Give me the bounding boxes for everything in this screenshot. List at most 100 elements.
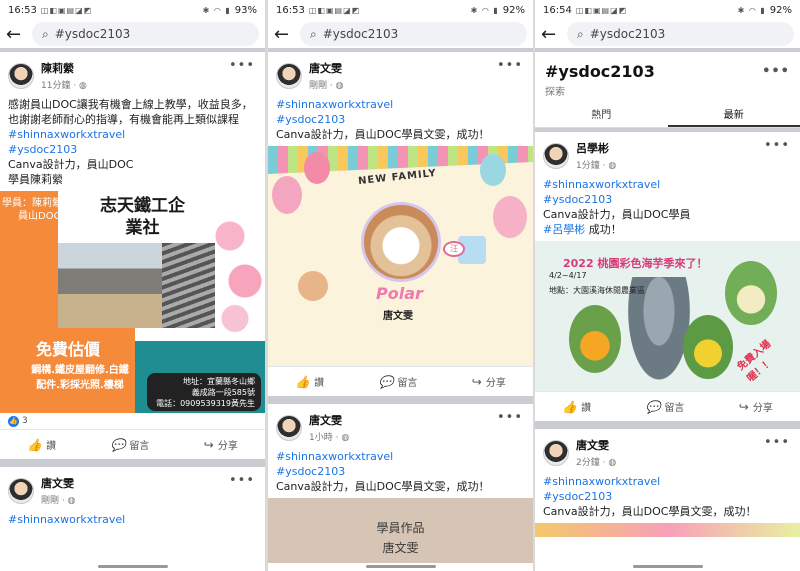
hashtag-link[interactable]: #shinnaxworkxtravel [543,177,792,192]
post: 唐文雯 剛剛 · ◍ ••• #shinnaxworkxtravel [0,467,265,531]
tab-latest[interactable]: 最新 [667,106,800,127]
hashtag-link[interactable]: #shinnaxworkxtravel [543,474,792,489]
more-options-icon[interactable]: ••• [229,473,255,488]
search-input[interactable]: ⌕ #ysdoc2103 [300,22,527,46]
like-button[interactable]: 👍 讚 [27,437,56,453]
post-image[interactable]: 學員：陳莉縈 員山DOC 志天鐵工企 業社 免費估價 鋼構.鐵皮屋翻修.白鐵 配件.彩… [0,191,265,413]
more-options-icon[interactable]: ••• [497,410,523,425]
hashtag-link[interactable]: #shinnaxworkxtravel [8,127,257,142]
hashtag-link[interactable]: #shinnaxworkxtravel [8,512,257,527]
more-options-icon[interactable]: ••• [762,64,790,79]
thumbs-up-icon: 👍 [295,374,311,389]
post-line: Canva設計力，員山DOC學員文雯，成功！ [276,128,490,141]
post-author[interactable]: 唐文雯 [41,475,75,491]
search-icon: ⌕ [310,26,317,41]
hashtag-link[interactable]: #ysdoc2103 [276,464,525,479]
post-author[interactable]: 唐文雯 [576,437,616,453]
divider [535,421,800,429]
share-button[interactable]: ↪ 分享 [472,374,506,390]
image-place: 地點：大園溪海休閒農業區 [549,286,645,295]
more-options-icon[interactable]: ••• [497,58,523,73]
post-time[interactable]: 11分鐘 · [41,81,79,91]
post-line: Canva設計力，員山DOC學員 [543,208,691,221]
poster-text: 學員：陳莉縈 [2,198,62,209]
hashtag-link[interactable]: #呂學彬 [543,223,585,236]
poster-text: 電話：0909539319黃先生 [156,399,255,408]
signal-icons: ✱ ◠ ▮ [737,5,766,15]
like-button[interactable]: 👍 讚 [562,399,591,415]
poster-text: 鋼構.鐵皮屋翻修.白鐵 [31,365,129,376]
post-text: #shinnaxworkxtravel #ysdoc2103 Canva設計力，… [268,445,533,498]
hashtag-link[interactable]: #ysdoc2103 [543,192,792,207]
back-arrow-icon[interactable]: ← [541,24,557,45]
signal-icons: ✱ ◠ ▮ [202,5,231,15]
hashtag-link[interactable]: #ysdoc2103 [276,112,525,127]
more-options-icon[interactable]: ••• [229,58,255,73]
comment-button[interactable]: 💬 留言 [645,399,685,415]
search-icon: ⌕ [42,26,49,41]
post-line: 感謝員山DOC讓我有機會上線上教學，收益良多，也謝謝老師耐心的指導，有機會能再上… [8,98,253,126]
image-text: 學員作品 [376,521,425,535]
like-button[interactable]: 👍 讚 [295,374,325,390]
post-line: 學員陳莉縈 [8,173,63,186]
post-author[interactable]: 唐文雯 [309,60,343,76]
screen-3: 16:54 ◫◧▣▤◪◩ ✱ ◠ ▮ 92% ← ⌕ #ysdoc2103 #ysdo… [535,0,800,571]
hashtag-link[interactable]: #shinnaxworkxtravel [276,449,525,464]
avatar[interactable] [276,62,302,89]
more-options-icon[interactable]: ••• [764,138,790,153]
hashtag-link[interactable]: #ysdoc2103 [8,142,257,157]
hashtag-link[interactable]: #shinnaxworkxtravel [276,97,525,112]
like-label: 讚 [314,378,325,389]
comment-button[interactable]: 💬 留言 [378,374,417,390]
avatar[interactable] [543,142,569,169]
share-button[interactable]: ↪ 分享 [204,437,238,453]
post-image[interactable] [535,523,800,537]
post-text: #shinnaxworkxtravel #ysdoc2103 Canva設計力，… [268,93,533,146]
post-time[interactable]: 剛剛 · [309,81,336,91]
post-author[interactable]: 呂學彬 [576,140,616,156]
avatar[interactable] [8,477,34,504]
search-bar: ← ⌕ #ysdoc2103 [268,20,533,48]
post-time[interactable]: 1分鐘 · [576,161,608,171]
search-input[interactable]: ⌕ #ysdoc2103 [567,22,794,46]
search-input[interactable]: ⌕ #ysdoc2103 [32,22,259,46]
reactions-summary[interactable]: 👍 3 [0,413,265,429]
post-time[interactable]: 剛剛 · [41,496,68,506]
pet-owner: 唐文雯 [383,311,413,322]
balloon-decoration [304,152,330,184]
post-image[interactable]: 2022 桃園彩色海芋季來了！ 4/2~4/17 地點：大園溪海休閒農業區 免費… [535,241,800,391]
post-author[interactable]: 唐文雯 [309,412,349,428]
share-button[interactable]: ↪ 分享 [739,399,773,415]
comment-icon: 💬 [378,374,394,389]
comment-button[interactable]: 💬 留言 [110,437,149,453]
balloon-decoration [480,154,506,186]
back-arrow-icon[interactable]: ← [6,24,22,45]
back-arrow-icon[interactable]: ← [274,24,290,45]
post-actions: 👍 讚 💬 留言 ↪ 分享 [268,366,533,396]
more-options-icon[interactable]: ••• [764,435,790,450]
avatar[interactable] [276,414,302,441]
like-reaction-icon: 👍 [8,415,19,427]
image-text: 唐文雯 [382,541,419,555]
stairs-photo [162,243,220,328]
poster-text: 地址：宜蘭縣冬山鄉 [183,377,255,386]
post-author[interactable]: 陳莉縈 [41,60,87,76]
page-title: #ysdoc2103 [545,62,655,81]
avatar[interactable] [8,62,34,89]
image-free-text: 免費入場喔！！ [735,338,776,385]
globe-icon: ◍ [335,81,344,91]
tab-hot[interactable]: 熱門 [535,106,668,127]
balloon-decoration [272,176,302,214]
comment-label: 留言 [664,403,685,414]
post-image[interactable]: 學員作品 唐文雯 [268,498,533,571]
poster-text: 配件.彩採光照.樓梯 [36,380,124,391]
flower-photo [569,305,621,373]
share-label: 分享 [217,441,238,452]
hashtag-link[interactable]: #ysdoc2103 [543,489,792,504]
post-image[interactable]: NEW FAMILY 汪 Polar 唐文雯 [268,146,533,366]
post-time[interactable]: 2分鐘 · [576,458,608,468]
post-time[interactable]: 1小時 · [309,433,341,443]
globe-icon: ◍ [67,496,76,506]
post-line: Canva設計力，員山DOC [8,158,134,171]
avatar[interactable] [543,439,569,466]
